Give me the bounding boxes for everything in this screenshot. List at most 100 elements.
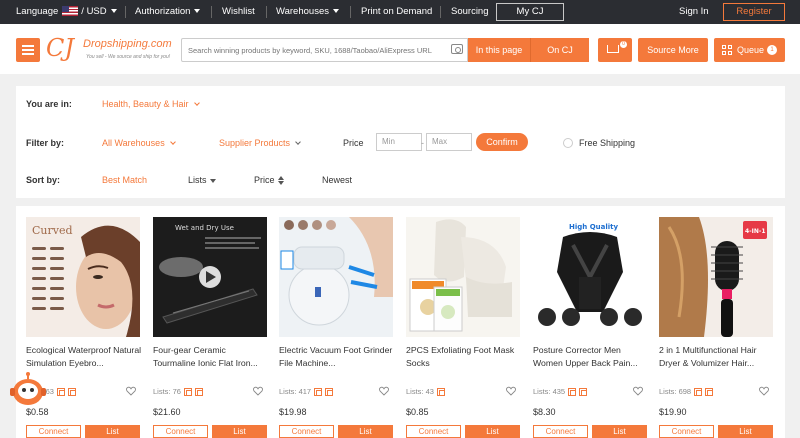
product-card[interactable]: Wet and Dry Use Four-gear Ceramic Tourma… bbox=[153, 217, 269, 438]
heart-icon[interactable] bbox=[506, 386, 516, 396]
sort-lists-label: Lists bbox=[188, 175, 207, 185]
list-button[interactable]: List bbox=[212, 425, 267, 438]
chevron-down-icon bbox=[193, 100, 200, 106]
list-button[interactable]: List bbox=[338, 425, 393, 438]
warehouse-icon bbox=[705, 388, 714, 397]
authorization-menu[interactable]: Authorization bbox=[135, 0, 201, 24]
tag-icon bbox=[694, 388, 703, 397]
sort-best-match[interactable]: Best Match bbox=[102, 172, 147, 188]
tag-icon bbox=[183, 388, 192, 397]
divider bbox=[125, 6, 126, 18]
sort-price[interactable]: Price bbox=[254, 172, 284, 188]
product-lists: Lists: 76 bbox=[153, 387, 203, 397]
heart-icon[interactable] bbox=[126, 386, 136, 396]
product-image-text: High Quality bbox=[569, 223, 618, 231]
product-image[interactable]: High Quality bbox=[533, 217, 647, 337]
product-image[interactable] bbox=[279, 217, 393, 337]
cart-button[interactable]: 0 bbox=[598, 38, 632, 62]
connect-button[interactable]: Connect bbox=[406, 425, 461, 438]
header: CJ Dropshipping.com You sell - We source… bbox=[0, 24, 800, 74]
language-label: Language bbox=[16, 6, 59, 17]
source-more-button[interactable]: Source More bbox=[638, 38, 708, 62]
product-image[interactable]: Wet and Dry Use bbox=[153, 217, 267, 337]
queue-button[interactable]: Queue 1 bbox=[714, 38, 785, 62]
supplier-label: Supplier Products bbox=[219, 138, 291, 148]
list-button[interactable]: List bbox=[592, 425, 647, 438]
category-dropdown[interactable]: Health, Beauty & Hair bbox=[102, 96, 200, 112]
supplier-dropdown[interactable]: Supplier Products bbox=[219, 135, 301, 151]
language-selector[interactable]: Language / USD bbox=[16, 0, 117, 24]
product-title[interactable]: Ecological Waterproof Natural Simulation… bbox=[26, 344, 142, 370]
product-title[interactable]: 2PCS Exfoliating Foot Mask Socks bbox=[406, 344, 522, 370]
logo[interactable]: CJ Dropshipping.com You sell - We source… bbox=[46, 34, 181, 66]
logo-name: Dropshipping.com bbox=[83, 38, 172, 50]
free-shipping-label: Free Shipping bbox=[579, 138, 636, 148]
heart-icon[interactable] bbox=[379, 386, 389, 396]
product-card[interactable]: 4-IN-1 2 in 1 Multifunctional Hair Dryer… bbox=[659, 217, 775, 438]
product-title[interactable]: Posture Corrector Men Women Upper Back P… bbox=[533, 344, 649, 370]
price-max-input[interactable]: Max bbox=[426, 133, 472, 151]
price-min-input[interactable]: Min bbox=[376, 133, 422, 151]
divider bbox=[266, 6, 267, 18]
sort-row: Sort by: Best Match Lists Price Newest bbox=[16, 172, 785, 188]
connect-button[interactable]: Connect bbox=[279, 425, 334, 438]
search-in-page-button[interactable]: In this page bbox=[468, 38, 530, 62]
list-button[interactable]: List bbox=[85, 425, 140, 438]
connect-button[interactable]: Connect bbox=[533, 425, 588, 438]
connect-button[interactable]: Connect bbox=[659, 425, 714, 438]
product-image[interactable]: 4-IN-1 bbox=[659, 217, 773, 337]
product-title[interactable]: Four-gear Ceramic Tourmaline Ionic Flat … bbox=[153, 344, 269, 370]
confirm-button[interactable]: Confirm bbox=[476, 133, 528, 151]
product-title[interactable]: Electric Vacuum Foot Grinder File Machin… bbox=[279, 344, 395, 370]
product-image[interactable] bbox=[406, 217, 520, 337]
filter-by-label: Filter by: bbox=[26, 138, 65, 148]
product-card[interactable]: 2PCS Exfoliating Foot Mask Socks Lists: … bbox=[406, 217, 522, 438]
cart-count-badge: 0 bbox=[620, 41, 627, 48]
wishlist-link[interactable]: Wishlist bbox=[222, 0, 255, 24]
product-price: $0.85 bbox=[406, 407, 429, 417]
lists-count: Lists: 698 bbox=[659, 387, 692, 396]
category-label: Health, Beauty & Hair bbox=[102, 99, 189, 109]
camera-icon[interactable] bbox=[451, 44, 463, 54]
product-lists: Lists: 43 bbox=[406, 387, 445, 397]
product-price: $0.58 bbox=[26, 407, 49, 417]
heart-icon[interactable] bbox=[253, 386, 263, 396]
filter-row: Filter by: All Warehouses Supplier Produ… bbox=[16, 133, 785, 151]
search-on-cj-button[interactable]: On CJ bbox=[530, 38, 589, 62]
authorization-label: Authorization bbox=[135, 6, 191, 17]
product-lists: Lists: 435 bbox=[533, 387, 588, 397]
sort-lists[interactable]: Lists bbox=[188, 172, 216, 188]
heart-icon[interactable] bbox=[633, 386, 643, 396]
product-image[interactable]: Curved bbox=[26, 217, 140, 337]
search-input[interactable] bbox=[182, 39, 437, 61]
product-price: $8.30 bbox=[533, 407, 556, 417]
my-cj-button[interactable]: My CJ bbox=[496, 3, 564, 21]
warehouse-dropdown[interactable]: All Warehouses bbox=[102, 135, 176, 151]
product-card[interactable]: Electric Vacuum Foot Grinder File Machin… bbox=[279, 217, 395, 438]
heart-icon[interactable] bbox=[759, 386, 769, 396]
product-card[interactable]: High Quality Posture Corrector Men Women… bbox=[533, 217, 649, 438]
sign-in-link[interactable]: Sign In bbox=[679, 0, 709, 24]
warehouses-menu[interactable]: Warehouses bbox=[276, 0, 339, 24]
free-shipping-checkbox[interactable] bbox=[563, 138, 573, 148]
cart-icon bbox=[607, 45, 619, 53]
search-box bbox=[181, 38, 468, 62]
product-title[interactable]: 2 in 1 Multifunctional Hair Dryer & Volu… bbox=[659, 344, 775, 370]
product-image-text: 4-IN-1 bbox=[745, 228, 766, 235]
caret-down-icon bbox=[209, 178, 216, 183]
breadcrumb-row: You are in: Health, Beauty & Hair bbox=[16, 96, 785, 112]
divider bbox=[350, 6, 351, 18]
print-on-demand-link[interactable]: Print on Demand bbox=[361, 0, 432, 24]
list-button[interactable]: List bbox=[465, 425, 520, 438]
connect-button[interactable]: Connect bbox=[153, 425, 208, 438]
queue-count-badge: 1 bbox=[767, 45, 777, 55]
connect-button[interactable]: Connect bbox=[26, 425, 81, 438]
list-button[interactable]: List bbox=[718, 425, 773, 438]
sourcing-link[interactable]: Sourcing bbox=[451, 0, 489, 24]
sort-newest[interactable]: Newest bbox=[322, 172, 352, 188]
register-button[interactable]: Register bbox=[723, 3, 785, 21]
lists-count: Lists: 435 bbox=[533, 387, 566, 396]
robot-assistant-icon[interactable] bbox=[8, 372, 48, 408]
sort-price-label: Price bbox=[254, 175, 275, 185]
menu-icon[interactable] bbox=[16, 38, 40, 62]
